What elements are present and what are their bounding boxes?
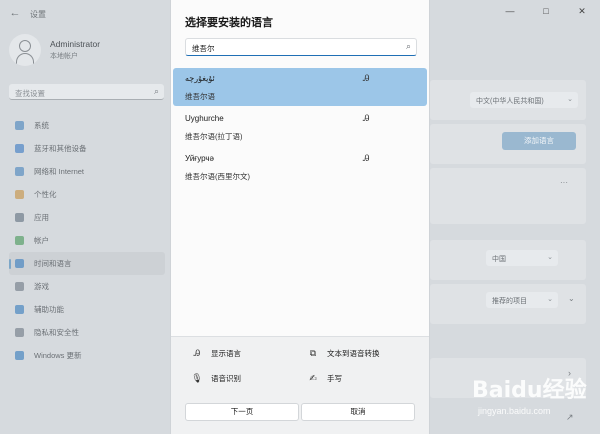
back-arrow-icon[interactable]: ←: [8, 6, 22, 20]
update-icon: [15, 351, 24, 360]
language-search-value: 维吾尔: [192, 44, 215, 53]
sidebar-item[interactable]: 应用: [9, 206, 165, 229]
handwriting-icon: ✍: [309, 373, 317, 383]
apps-icon: [15, 213, 24, 222]
expand-chevron-icon[interactable]: ⌄: [568, 294, 575, 303]
next-button[interactable]: 下一页: [185, 403, 299, 421]
brush-icon: [15, 190, 24, 199]
display-language-icon: Ꭿ: [193, 348, 201, 358]
legend-speech-recognition-label: 语音识别: [211, 374, 241, 383]
window-controls: — □ ✕: [492, 0, 600, 22]
profile-name: Administrator: [50, 39, 101, 49]
minimize-button[interactable]: —: [492, 0, 528, 22]
sidebar-nav: 系统蓝牙和其他设备 网络和 Internet 个性化应用帐户时间和语言游戏辅助功能隐…: [9, 114, 165, 367]
sidebar-item-label: 网络和 Internet: [34, 167, 85, 176]
close-button[interactable]: ✕: [564, 0, 600, 22]
sidebar-item-label: 蓝牙和其他设备: [34, 144, 87, 153]
sidebar-item[interactable]: Windows 更新: [9, 344, 165, 367]
display-language-dropdown[interactable]: 中文(中华人民共和国) ⌄: [470, 92, 578, 108]
shield-icon: [15, 328, 24, 337]
legend-display-language-label: 显示语言: [211, 349, 241, 358]
system-icon: [15, 121, 24, 130]
language-subtitle: 维吾尔语: [185, 92, 215, 101]
regional-format-value: 推荐的项目: [492, 298, 527, 305]
dialog-footer: Ꭿ 显示语言 ⧉ 文本到语音转换 🎙 语音识别 ✍ 手写 下一页 取消: [171, 336, 429, 434]
account-icon: [15, 236, 24, 245]
sidebar-item[interactable]: 个性化: [9, 183, 165, 206]
sidebar-item[interactable]: 时间和语言: [9, 252, 165, 275]
language-search-input[interactable]: 维吾尔 ⌕: [185, 38, 417, 56]
more-options-button[interactable]: ···: [560, 178, 568, 187]
language-list: ئۇيغۇرچە 维吾尔语 Ꭿ Uyghurche 维吾尔语(拉丁语) Ꭿ Уйғурчә 维…: [171, 68, 429, 188]
language-subtitle: 维吾尔语(西里尔文): [185, 172, 250, 181]
sidebar-item[interactable]: 蓝牙和其他设备: [9, 137, 165, 160]
text-to-speech-icon: ⧉: [309, 348, 317, 358]
sidebar-item-label: 辅助功能: [34, 305, 64, 314]
wifi-icon: [15, 167, 24, 176]
installed-language-card: [430, 168, 586, 224]
legend-display-language: Ꭿ 显示语言: [191, 348, 241, 359]
sidebar-item-label: 时间和语言: [34, 259, 72, 268]
sidebar-item-label: 个性化: [34, 190, 57, 199]
search-icon: ⌕: [405, 41, 411, 51]
bluetooth-icon: [15, 144, 24, 153]
sidebar-item-label: 系统: [34, 121, 49, 130]
regional-format-dropdown[interactable]: 推荐的项目 ⌄: [486, 292, 558, 308]
maximize-button[interactable]: □: [528, 0, 564, 22]
legend-text-to-speech-label: 文本到语音转换: [327, 349, 380, 358]
sidebar-item-label: 应用: [34, 213, 49, 222]
dialog-title: 选择要安装的语言: [185, 17, 273, 29]
avatar-icon: [9, 34, 41, 66]
baidu-watermark: Baidu经验 jingyan.baidu.com: [466, 372, 596, 430]
language-list-item[interactable]: Уйғурчә 维吾尔语(西里尔文) Ꭿ: [173, 148, 427, 186]
legend-text-to-speech: ⧉ 文本到语音转换: [307, 348, 380, 359]
choose-language-dialog: 选择要安装的语言 维吾尔 ⌕ ئۇيغۇرچە 维吾尔语 Ꭿ Uyghurche 维吾尔…: [170, 0, 430, 434]
legend-handwriting-label: 手写: [327, 374, 342, 383]
display-language-icon: Ꭿ: [363, 113, 370, 123]
window-title: 设置: [30, 10, 46, 19]
microphone-icon: 🎙: [191, 373, 203, 383]
accessibility-icon: [15, 305, 24, 314]
sidebar-item[interactable]: 系统: [9, 114, 165, 137]
region-dropdown[interactable]: 中国 ⌄: [486, 250, 558, 266]
sidebar-item-label: 帐户: [34, 236, 49, 245]
legend-speech-recognition: 🎙 语音识别: [191, 373, 241, 384]
watermark-brand: Baidu经验: [472, 378, 587, 403]
language-name: Уйғурчә: [185, 154, 215, 163]
watermark-url: jingyan.baidu.com: [478, 406, 551, 416]
region-value: 中国: [492, 256, 506, 263]
display-language-icon: Ꭿ: [363, 153, 370, 163]
sidebar-item[interactable]: 辅助功能: [9, 298, 165, 321]
language-name: ئۇيغۇرچە: [185, 74, 215, 83]
sidebar-item-label: 游戏: [34, 282, 49, 291]
add-language-button[interactable]: 添加语言: [502, 132, 576, 150]
sidebar-item-label: Windows 更新: [34, 351, 82, 360]
sidebar-item-label: 隐私和安全性: [34, 328, 79, 337]
cancel-button[interactable]: 取消: [301, 403, 415, 421]
sidebar-item[interactable]: 游戏: [9, 275, 165, 298]
language-list-item[interactable]: Uyghurche 维吾尔语(拉丁语) Ꭿ: [173, 108, 427, 146]
sidebar-item[interactable]: 隐私和安全性: [9, 321, 165, 344]
legend-handwriting: ✍ 手写: [307, 373, 342, 384]
search-icon: ⌕: [153, 86, 159, 96]
profile-account-type: 本地帐户: [50, 53, 78, 60]
settings-search-placeholder: 查找设置: [15, 89, 45, 98]
user-profile[interactable]: Administrator 本地帐户: [9, 34, 100, 66]
settings-search-input[interactable]: 查找设置 ⌕: [9, 84, 164, 100]
language-list-item[interactable]: ئۇيغۇرچە 维吾尔语 Ꭿ: [173, 68, 427, 106]
sidebar-item[interactable]: 帐户: [9, 229, 165, 252]
time-language-icon: [15, 259, 24, 268]
chevron-down-icon: ⌄: [547, 296, 553, 303]
chevron-down-icon: ⌄: [547, 254, 553, 261]
language-name: Uyghurche: [185, 114, 224, 123]
chevron-down-icon: ⌄: [567, 96, 573, 103]
language-subtitle: 维吾尔语(拉丁语): [185, 132, 243, 141]
sidebar-item[interactable]: 网络和 Internet: [9, 160, 165, 183]
sidebar: Administrator 本地帐户 查找设置 ⌕ 系统蓝牙和其他设备 网络和 I…: [0, 28, 170, 434]
display-language-value: 中文(中华人民共和国): [476, 98, 544, 105]
display-language-icon: Ꭿ: [363, 73, 370, 83]
gaming-icon: [15, 282, 24, 291]
